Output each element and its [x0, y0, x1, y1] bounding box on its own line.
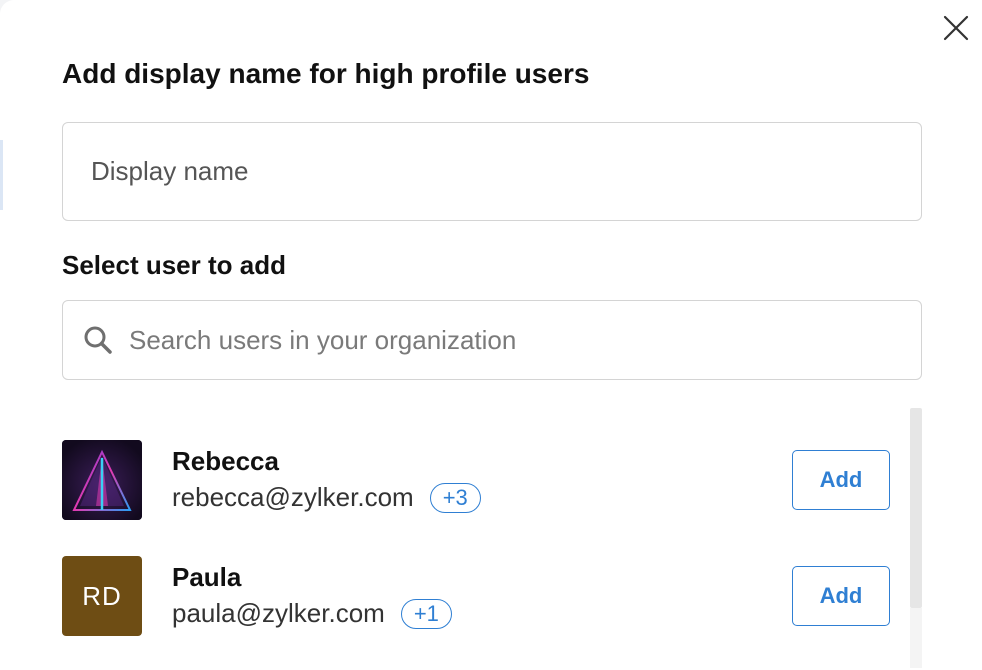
user-email-line: rebecca@zylker.com +3 — [172, 482, 481, 513]
close-icon — [943, 15, 969, 41]
display-name-placeholder: Display name — [91, 156, 249, 186]
avatar — [62, 440, 142, 520]
avatar-initials: RD — [82, 580, 122, 611]
user-email-line: paula@zylker.com +1 — [172, 598, 452, 629]
dialog-edge — [0, 140, 3, 210]
dialog-title: Add display name for high profile users — [62, 58, 590, 89]
search-input[interactable]: Search users in your organization — [62, 300, 922, 380]
avatar: RD — [62, 556, 142, 636]
add-button[interactable]: Add — [792, 566, 890, 626]
select-user-label: Select user to add — [62, 250, 286, 280]
user-name: Rebecca — [172, 446, 279, 476]
search-icon — [84, 326, 112, 354]
display-name-field[interactable]: Display name — [62, 122, 922, 221]
user-list-item: Rebecca rebecca@zylker.com +3 Add — [62, 440, 892, 520]
scrollbar-track[interactable] — [910, 608, 922, 668]
add-button[interactable]: Add — [792, 450, 890, 510]
user-email: rebecca@zylker.com — [172, 482, 414, 512]
search-placeholder: Search users in your organization — [129, 324, 517, 355]
dialog: Add display name for high profile users … — [0, 0, 982, 670]
extra-count-badge[interactable]: +3 — [429, 482, 481, 513]
user-name: Paula — [172, 562, 242, 592]
close-button[interactable] — [940, 12, 972, 44]
scrollbar-thumb[interactable] — [910, 408, 922, 608]
avatar-image — [62, 440, 142, 520]
user-email: paula@zylker.com — [172, 598, 385, 628]
extra-count-badge[interactable]: +1 — [400, 598, 452, 629]
user-list-item: RD Paula paula@zylker.com +1 Add — [62, 556, 892, 636]
